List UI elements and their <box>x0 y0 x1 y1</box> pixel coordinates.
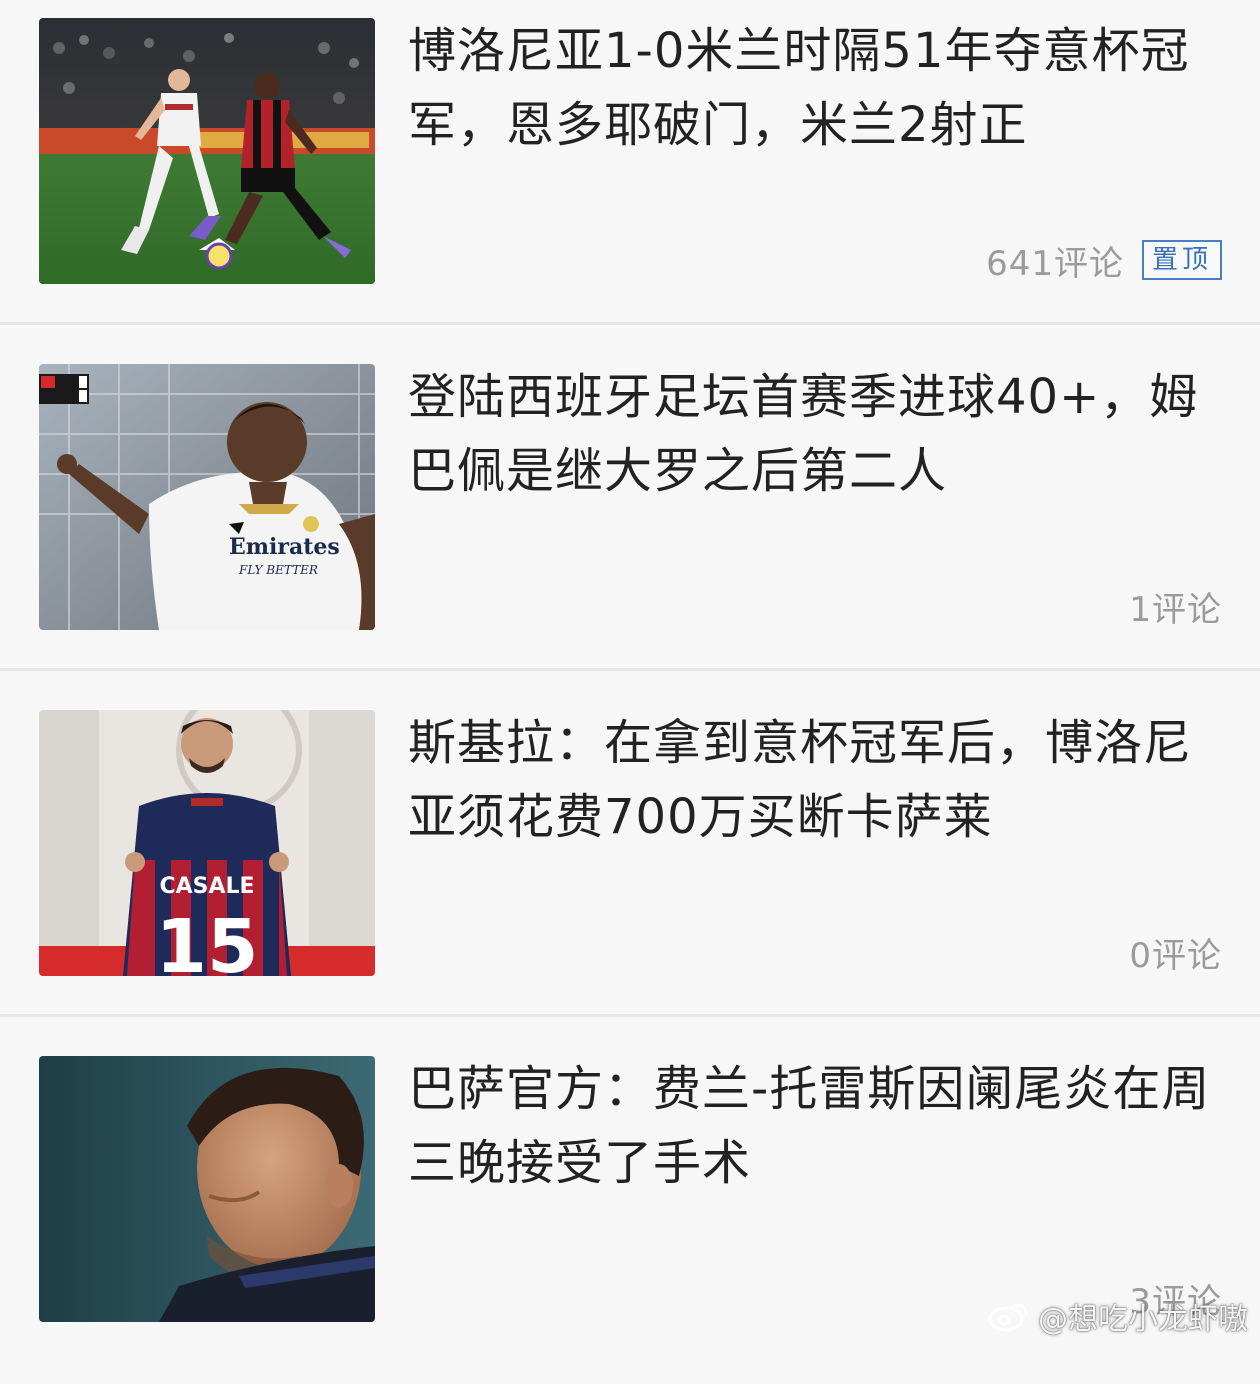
news-title[interactable]: 斯基拉：在拿到意杯冠军后，博洛尼亚须花费700万买断卡萨莱 <box>408 706 1228 854</box>
jersey-number-text: 15 <box>156 904 259 976</box>
news-item[interactable]: 博洛尼亚1-0米兰时隔51年夺意杯冠军，恩多耶破门，米兰2射正 641评论 置顶 <box>0 0 1260 346</box>
comment-count: 0评论 <box>1129 935 1222 976</box>
news-title[interactable]: 博洛尼亚1-0米兰时隔51年夺意杯冠军，恩多耶破门，米兰2射正 <box>408 14 1228 162</box>
comment-count: 1评论 <box>1129 589 1222 630</box>
weibo-logo-icon <box>988 1303 1028 1332</box>
watermark-text: @想吃小龙虾嗷 <box>1038 1302 1248 1337</box>
news-feed: 博洛尼亚1-0米兰时隔51年夺意杯冠军，恩多耶破门，米兰2射正 641评论 置顶 <box>0 0 1260 1352</box>
mbappe-photo: Emirates FLY BETTER <box>39 364 375 630</box>
item-divider <box>0 668 1260 671</box>
casale-photo: CASALE 15 <box>39 710 375 976</box>
news-thumbnail[interactable] <box>39 18 375 284</box>
news-title[interactable]: 巴萨官方：费兰-托雷斯因阑尾炎在周三晚接受了手术 <box>408 1052 1228 1200</box>
news-thumbnail[interactable] <box>39 1056 375 1322</box>
match-photo <box>39 18 375 284</box>
shirt-sponsor-text: Emirates <box>229 534 340 560</box>
news-item[interactable]: CASALE 15 斯基拉：在拿到意杯冠军后，博洛尼亚须花费700万买断卡萨莱 … <box>0 692 1260 1038</box>
item-divider <box>0 1014 1260 1017</box>
ferran-torres-photo <box>39 1056 375 1322</box>
jersey-name-text: CASALE <box>159 874 254 899</box>
news-meta: 0评论 <box>1129 930 1222 976</box>
news-meta: 641评论 置顶 <box>986 238 1222 284</box>
pinned-badge: 置顶 <box>1141 240 1222 280</box>
news-meta: 1评论 <box>1129 584 1222 630</box>
news-thumbnail[interactable]: Emirates FLY BETTER <box>39 364 375 630</box>
news-title[interactable]: 登陆西班牙足坛首赛季进球40+，姆巴佩是继大罗之后第二人 <box>408 360 1228 508</box>
weibo-watermark: @想吃小龙虾嗷 <box>988 1294 1248 1338</box>
news-thumbnail[interactable]: CASALE 15 <box>39 710 375 976</box>
comment-count: 641评论 <box>986 243 1124 284</box>
shirt-slogan-text: FLY BETTER <box>238 563 318 577</box>
news-item[interactable]: Emirates FLY BETTER 登陆西班牙足坛首赛季进球40+，姆巴佩是… <box>0 346 1260 692</box>
item-divider <box>0 322 1260 325</box>
